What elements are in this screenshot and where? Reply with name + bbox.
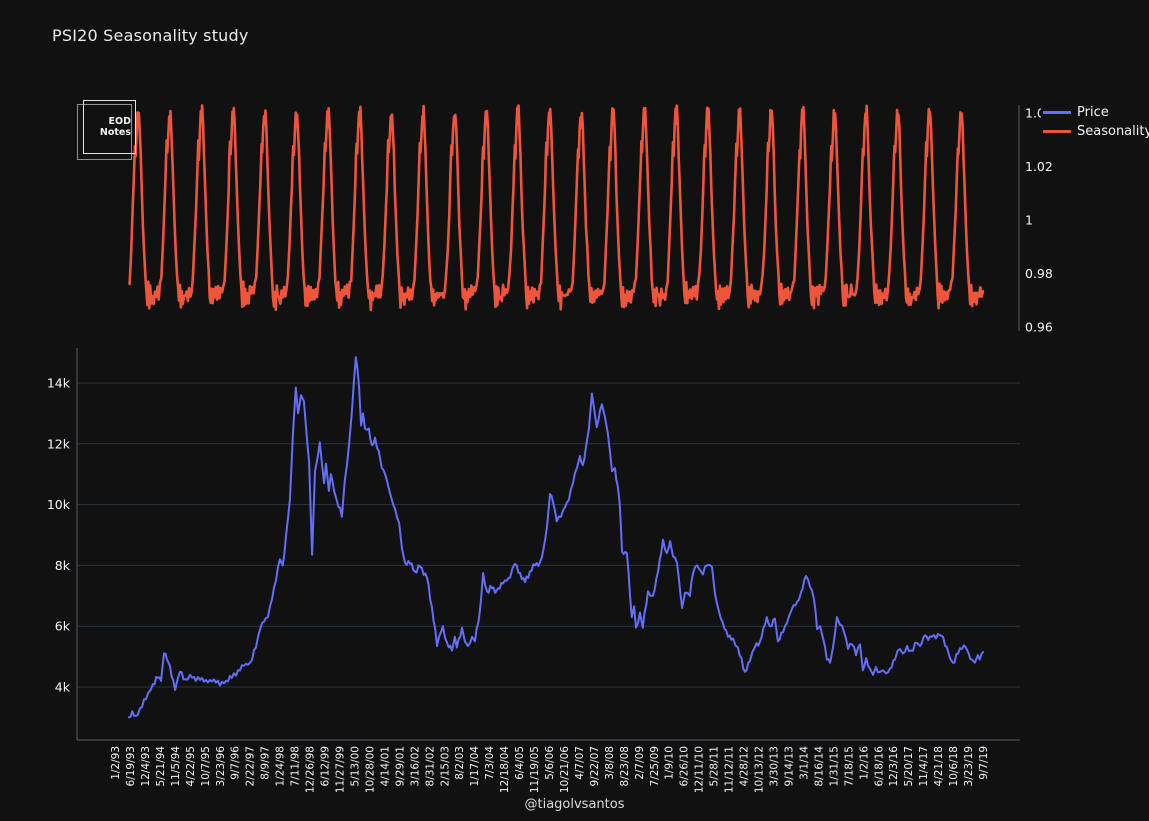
date-tick-label: 1/2/93: [110, 746, 122, 780]
date-tick-label: 8/23/08: [619, 746, 631, 786]
date-tick-label: 7/11/98: [290, 746, 302, 786]
seasonality-y-tick-label: 1: [1025, 213, 1033, 228]
logo-box-front-icon: EOD Notes: [83, 100, 136, 154]
logo-text-line2: Notes: [100, 127, 131, 138]
logo-text-line1: EOD: [109, 116, 131, 127]
eod-notes-logo: EOD Notes: [74, 97, 144, 167]
date-tick-label: 8/9/97: [260, 746, 272, 780]
date-tick-label: 3/1/14: [798, 746, 810, 780]
seasonality-line-swatch-icon: [1043, 130, 1071, 133]
date-tick-label: 3/8/08: [604, 746, 616, 780]
price-y-tick-label: 12k: [47, 436, 71, 451]
author-watermark: @tiagolvsantos: [0, 797, 1149, 812]
date-tick-label: 9/22/07: [589, 746, 601, 786]
date-tick-label: 4/22/95: [185, 746, 197, 786]
price-y-tick-label: 14k: [47, 376, 71, 391]
date-tick-label: 10/7/95: [200, 746, 212, 786]
seasonality-y-tick-label: 0.96: [1025, 320, 1053, 335]
date-tick-label: 11/12/11: [724, 746, 736, 793]
date-tick-label: 11/19/05: [529, 746, 541, 793]
date-tick-label: 7/25/09: [649, 746, 661, 786]
date-tick-label: 4/28/12: [739, 746, 751, 786]
date-tick-label: 6/12/99: [320, 746, 332, 786]
date-tick-label: 5/28/11: [709, 746, 721, 786]
price-y-tick-label: 6k: [55, 619, 71, 634]
date-tick-label: 7/3/04: [484, 746, 496, 780]
date-tick-label: 2/15/03: [439, 746, 451, 786]
legend-item-seasonality[interactable]: Seasonality: [1043, 122, 1149, 141]
date-tick-label: 2/7/09: [634, 746, 646, 780]
date-tick-label: 3/16/02: [409, 746, 421, 786]
date-tick-label: 12/3/16: [888, 746, 900, 787]
date-tick-label: 5/21/94: [155, 746, 167, 787]
legend-label-seasonality: Seasonality: [1077, 124, 1149, 139]
price-y-tick-label: 8k: [55, 558, 71, 573]
date-tick-label: 1/31/15: [828, 746, 840, 786]
legend-item-price[interactable]: Price: [1043, 103, 1149, 122]
seasonality-y-tick-label: 0.98: [1025, 266, 1053, 281]
date-tick-label: 3/23/19: [963, 746, 975, 786]
date-tick-label: 11/27/99: [335, 746, 347, 793]
date-tick-label: 6/18/16: [873, 746, 885, 787]
date-tick-label: 9/14/13: [784, 746, 796, 786]
date-tick-label: 8/16/14: [813, 746, 825, 787]
price-y-tick-label: 10k: [47, 497, 71, 512]
date-tick-label: 4/21/18: [933, 746, 945, 786]
price-line-series[interactable]: [129, 357, 983, 717]
date-tick-label: 4/7/07: [574, 746, 586, 780]
date-tick-label: 3/23/96: [215, 746, 227, 787]
legend: Price Seasonality: [1041, 102, 1149, 142]
date-tick-label: 12/11/10: [694, 746, 706, 793]
date-tick-label: 6/26/10: [679, 746, 691, 786]
date-tick-label: 2/22/97: [245, 746, 257, 786]
date-tick-label: 9/7/19: [978, 746, 990, 780]
date-tick-label: 9/29/01: [394, 746, 406, 786]
date-tick-label: 11/5/94: [170, 746, 182, 787]
date-tick-label: 3/30/13: [769, 746, 781, 786]
price-y-tick-label: 4k: [55, 680, 71, 695]
date-tick-label: 5/20/17: [903, 746, 915, 786]
date-tick-label: 8/31/02: [424, 746, 436, 786]
chart-page: PSI20 Seasonality study 14k12k10k8k6k4k1…: [0, 0, 1149, 821]
date-tick-label: 10/28/00: [364, 746, 376, 793]
date-tick-label: 10/6/18: [948, 746, 960, 786]
date-tick-label: 12/4/93: [140, 746, 152, 786]
date-tick-label: 5/13/00: [350, 746, 362, 786]
date-tick-label: 6/4/05: [514, 746, 526, 780]
date-tick-label: 12/18/04: [499, 746, 511, 793]
seasonality-line-series[interactable]: [130, 105, 983, 310]
date-tick-label: 7/18/15: [843, 746, 855, 786]
date-tick-label: 6/19/93: [125, 746, 137, 786]
legend-label-price: Price: [1077, 105, 1109, 120]
date-tick-label: 8/2/03: [454, 746, 466, 780]
date-tick-label: 9/7/96: [230, 746, 242, 780]
date-tick-label: 4/14/01: [379, 746, 391, 786]
seasonality-y-tick-label: 1.02: [1025, 159, 1053, 174]
date-tick-label: 1/24/98: [275, 746, 287, 786]
date-tick-label: 12/26/98: [305, 746, 317, 793]
plot-canvas[interactable]: 14k 12k 10k 8k 6k 4k 1/2/936/19/9312/4/935/21/…: [0, 0, 1149, 821]
date-tick-label: 1/2/16: [858, 746, 870, 780]
date-tick-label: 11/4/17: [918, 746, 930, 786]
date-tick-label: 10/21/06: [559, 746, 571, 793]
date-tick-label: 10/13/12: [754, 746, 766, 793]
price-line-swatch-icon: [1043, 111, 1071, 114]
date-tick-label: 1/9/10: [664, 746, 676, 780]
date-tick-label: 5/6/06: [544, 746, 556, 780]
date-tick-label: 1/17/04: [469, 746, 481, 787]
